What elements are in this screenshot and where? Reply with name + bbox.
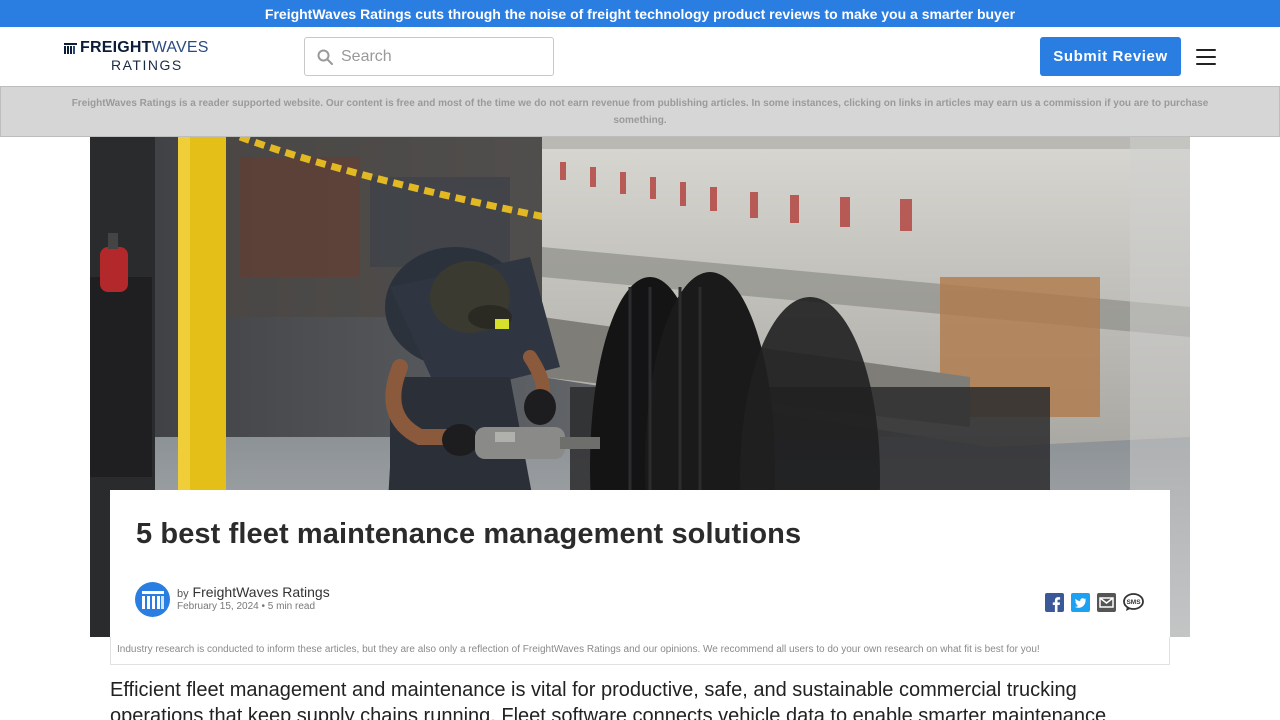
- article-title-card: 5 best fleet maintenance management solu…: [110, 490, 1170, 637]
- freightwaves-ratings-logo[interactable]: FREIGHT WAVES RATINGS: [64, 40, 246, 74]
- logo-text-waves: WAVES: [151, 39, 209, 56]
- email-icon[interactable]: [1097, 593, 1116, 612]
- author-logo-icon: [141, 590, 164, 609]
- search-input[interactable]: [341, 47, 531, 66]
- search-box[interactable]: [304, 37, 554, 76]
- top-announcement-bar: FreightWaves Ratings cuts through the no…: [0, 0, 1280, 27]
- article-date-readtime: February 15, 2024 • 5 min read: [177, 601, 316, 612]
- facebook-icon[interactable]: [1045, 593, 1064, 612]
- logo-text-freight: FREIGHT: [80, 39, 152, 56]
- research-disclaimer: Industry research is conducted to inform…: [110, 637, 1170, 665]
- logo-text-ratings: RATINGS: [111, 57, 183, 73]
- submit-review-button[interactable]: Submit Review: [1040, 37, 1181, 76]
- sms-icon[interactable]: SMS: [1123, 593, 1144, 612]
- twitter-icon[interactable]: [1071, 593, 1090, 612]
- search-icon: [317, 49, 333, 65]
- author-avatar[interactable]: [135, 582, 170, 617]
- svg-text:SMS: SMS: [1126, 599, 1141, 606]
- announcement-text: FreightWaves Ratings cuts through the no…: [264, 5, 1016, 22]
- site-header: FREIGHTWAVES RATINGS Submit Review: [0, 27, 1280, 86]
- author-info: by FreightWaves Ratings February 15, 202…: [177, 584, 330, 612]
- share-buttons: SMS: [1045, 593, 1144, 612]
- logo-mark-icon: [64, 42, 77, 54]
- reader-supported-disclaimer: FreightWaves Ratings is a reader support…: [0, 86, 1280, 137]
- author-name-link[interactable]: FreightWaves Ratings: [193, 584, 330, 600]
- hamburger-menu-icon[interactable]: [1196, 49, 1216, 65]
- article-title: 5 best fleet maintenance management solu…: [136, 518, 802, 550]
- article-intro-paragraph: Efficient fleet management and maintenan…: [110, 679, 1107, 720]
- byline-prefix: by: [177, 588, 189, 600]
